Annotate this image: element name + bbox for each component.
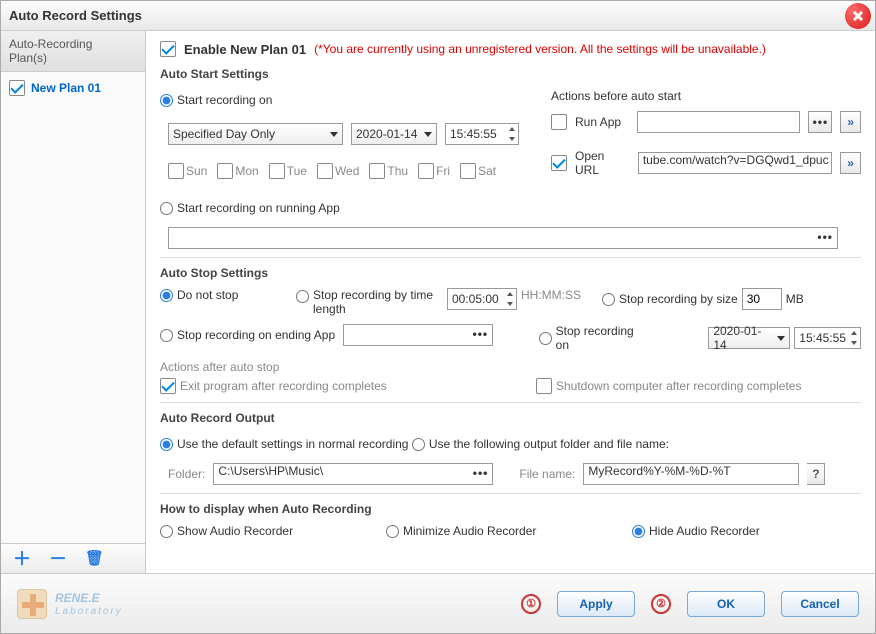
radio-hide-recorder[interactable] [632,525,645,538]
cancel-button[interactable]: Cancel [781,591,859,617]
auto-start-heading: Auto Start Settings [160,67,861,81]
shutdown-label: Shutdown computer after recording comple… [556,379,801,393]
sidebar-item-new-plan-01[interactable]: New Plan 01 [1,72,145,105]
stop-ending-app-input[interactable]: ••• [343,324,493,346]
close-icon [851,9,865,23]
sidebar: Auto-Recording Plan(s) New Plan 01 [1,31,146,574]
unregistered-warning: (*You are currently using an unregistere… [314,42,766,56]
main-panel: Enable New Plan 01 (*You are currently u… [146,31,875,574]
radio-stop-by-size[interactable] [602,293,615,306]
day-sun-checkbox[interactable] [168,163,184,179]
stop-time-spinner[interactable]: 15:45:55 [794,327,861,349]
day-wed-checkbox[interactable] [317,163,333,179]
start-time-spinner[interactable]: 15:45:55 [445,123,519,145]
auto-record-output-heading: Auto Record Output [160,411,861,425]
run-app-input[interactable] [637,111,801,133]
stop-app-browse-icon[interactable]: ••• [473,327,489,341]
day-fri-checkbox[interactable] [418,163,434,179]
run-app-label: Run App [575,115,629,129]
file-name-label: File name: [519,467,575,481]
enable-plan-label: Enable New Plan 01 [184,42,306,57]
open-url-input[interactable]: tube.com/watch?v=DGQwd1_dpuc [638,152,832,174]
radio-show-recorder[interactable] [160,525,173,538]
folder-label: Folder: [168,467,205,481]
display-mode-heading: How to display when Auto Recording [160,502,861,516]
delete-plan-button[interactable]: 🗑 [85,551,104,566]
radio-stop-on-ending-app[interactable] [160,329,173,342]
radio-stop-by-time[interactable] [296,290,309,303]
titlebar: Auto Record Settings [1,1,875,31]
radio-start-on-running-app-label: Start recording on running App [177,201,340,215]
open-url-label: Open URL [575,149,630,177]
radio-minimize-recorder[interactable] [386,525,399,538]
size-unit-label: MB [786,292,804,306]
open-url-go-button[interactable]: » [840,152,861,174]
auto-stop-heading: Auto Stop Settings [160,266,861,280]
radio-output-custom[interactable] [412,438,425,451]
time-unit-label: HH:MM:SS [521,288,581,302]
radio-start-on-running-app[interactable] [160,202,173,215]
footer: RENE.E Laboratory ① Apply ② OK Cancel [1,573,875,633]
open-url-checkbox[interactable] [551,155,567,171]
file-name-input[interactable]: MyRecord%Y-%M-%D-%T [583,463,799,485]
shutdown-checkbox[interactable] [536,378,552,394]
run-app-go-button[interactable]: » [840,111,861,133]
radio-start-recording-on[interactable] [160,94,173,107]
marker-2-icon: ② [651,594,671,614]
brand-logo: RENE.E Laboratory [17,589,123,619]
add-plan-button[interactable]: ＋ [13,550,31,568]
weekday-row: Sun Mon Tue Wed Thu Fri Sat [168,163,535,179]
enable-plan-checkbox[interactable] [160,41,176,57]
actions-before-heading: Actions before auto start [551,89,861,103]
ok-button[interactable]: OK [687,591,765,617]
remove-plan-button[interactable]: － [49,550,67,568]
exit-program-checkbox[interactable] [160,378,176,394]
brand-icon [17,589,47,619]
exit-program-label: Exit program after recording completes [180,379,387,393]
running-app-browse-icon[interactable]: ••• [817,230,833,244]
run-app-browse-button[interactable]: ••• [808,111,832,133]
run-app-checkbox[interactable] [551,114,567,130]
running-app-input[interactable]: ••• [168,227,838,249]
apply-button[interactable]: Apply [557,591,635,617]
day-tue-checkbox[interactable] [269,163,285,179]
stop-date-select[interactable]: 2020-01-14 [708,327,790,349]
folder-browse-icon[interactable]: ••• [473,466,489,480]
day-sat-checkbox[interactable] [460,163,476,179]
day-mon-checkbox[interactable] [217,163,233,179]
radio-start-recording-on-label: Start recording on [177,93,272,107]
sidebar-toolbar: ＋ － 🗑 [1,543,146,573]
marker-1-icon: ① [521,594,541,614]
stop-size-input[interactable] [742,288,782,310]
folder-input[interactable]: C:\Users\HP\Music\ ••• [213,463,493,485]
plan-label: New Plan 01 [31,81,101,95]
file-name-help-button[interactable]: ? [807,463,825,485]
stop-time-length-spinner[interactable]: 00:05:00 [447,288,517,310]
plan-checkbox-icon[interactable] [9,80,25,96]
actions-after-heading: Actions after auto stop [160,360,861,374]
start-date-select[interactable]: 2020-01-14 [351,123,437,145]
close-button[interactable] [845,3,871,29]
window-title: Auto Record Settings [9,8,142,23]
radio-output-default[interactable] [160,438,173,451]
day-thu-checkbox[interactable] [369,163,385,179]
sidebar-heading: Auto-Recording Plan(s) [1,31,145,72]
radio-do-not-stop[interactable] [160,289,173,302]
radio-stop-recording-on[interactable] [539,332,552,345]
schedule-mode-select[interactable]: Specified Day Only [168,123,343,145]
